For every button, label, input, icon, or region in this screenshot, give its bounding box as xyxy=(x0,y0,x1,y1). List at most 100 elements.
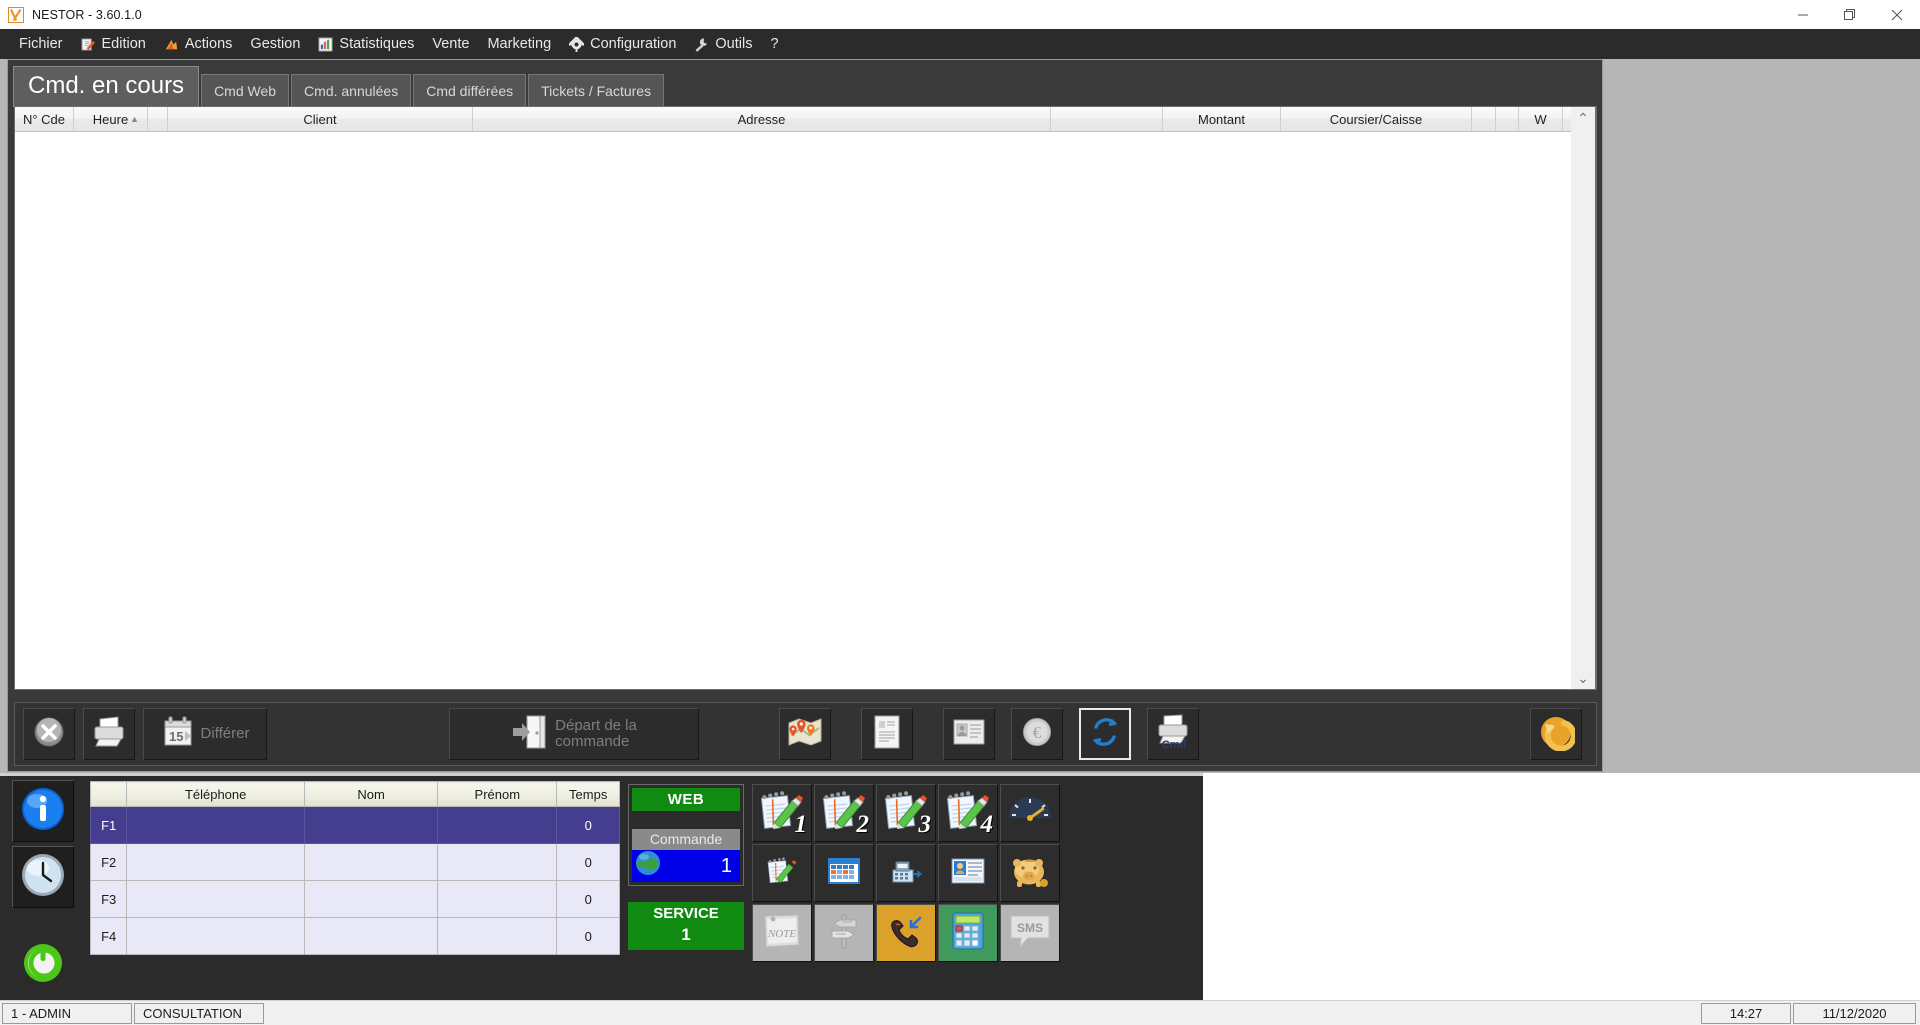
orders-toolbar: 15 Différer Départ de la commande € Cmd xyxy=(14,702,1597,766)
menu-label: ? xyxy=(770,36,779,52)
menu-item-edition[interactable]: Edition xyxy=(72,29,155,59)
caller-prenom[interactable] xyxy=(437,880,558,918)
info-circle-icon xyxy=(20,786,66,837)
payment-button[interactable]: € xyxy=(1011,708,1063,760)
menu-item-marketing[interactable]: Marketing xyxy=(478,29,560,59)
window-title: NESTOR - 3.60.1.0 xyxy=(32,7,142,22)
column-header-heure[interactable]: Heure ▲ xyxy=(74,107,148,131)
tab-cmd-differees[interactable]: Cmd différées xyxy=(413,74,527,107)
caller-prenom[interactable] xyxy=(437,917,558,955)
menu-item-gestion[interactable]: Gestion xyxy=(241,29,309,59)
map-button[interactable] xyxy=(779,708,831,760)
svg-text:SMS: SMS xyxy=(1017,921,1043,935)
restore-icon[interactable] xyxy=(1826,0,1873,29)
sidebar-item-power[interactable] xyxy=(12,934,74,996)
incoming-call-button[interactable] xyxy=(876,904,936,962)
gauge-button[interactable] xyxy=(1000,784,1060,842)
table-row[interactable]: F3 0 xyxy=(89,880,620,918)
caller-telephone[interactable] xyxy=(126,806,305,844)
customer-card-button[interactable] xyxy=(943,708,995,760)
table-row[interactable]: F2 0 xyxy=(89,843,620,881)
chevron-up-icon[interactable]: ⌃ xyxy=(1577,111,1589,125)
calculator-button[interactable] xyxy=(938,904,998,962)
wrench-icon xyxy=(694,37,709,52)
caller-telephone[interactable] xyxy=(126,917,305,955)
table-row[interactable]: F1 0 xyxy=(89,806,620,844)
menu-item-help[interactable]: ? xyxy=(761,29,787,59)
table-row[interactable]: F4 0 xyxy=(89,917,620,955)
orders-vertical-scrollbar[interactable]: ⌃ ⌄ xyxy=(1571,106,1596,690)
tab-cmd-annulees[interactable]: Cmd. annulées xyxy=(291,74,412,107)
column-header-blank-1[interactable] xyxy=(148,107,168,131)
orders-grid-body[interactable] xyxy=(15,132,1596,689)
tab-tickets-factures[interactable]: Tickets / Factures xyxy=(528,74,665,107)
window-controls xyxy=(1779,0,1920,29)
directions-button[interactable] xyxy=(814,904,874,962)
print-order-button[interactable]: Cmd xyxy=(1147,708,1199,760)
tab-label: Cmd. annulées xyxy=(304,83,399,99)
sidebar-item-clock[interactable] xyxy=(11,846,74,908)
cancel-x-icon xyxy=(32,715,66,753)
document-button[interactable] xyxy=(861,708,913,760)
new-order-3-button[interactable]: 3 xyxy=(876,784,936,842)
customer-file-button[interactable] xyxy=(938,844,998,902)
savings-button[interactable] xyxy=(1000,844,1060,902)
chevron-down-icon[interactable]: ⌄ xyxy=(1577,671,1589,685)
column-header-blank-4[interactable] xyxy=(1496,107,1519,131)
svg-text:NOTE: NOTE xyxy=(767,928,796,940)
caller-telephone[interactable] xyxy=(126,880,305,918)
service-box: SERVICE 1 xyxy=(628,902,744,950)
status-time: 14:27 xyxy=(1701,1002,1791,1024)
lower-panel: Téléphone Nom Prénom Temps F1 0 F2 0 F3 … xyxy=(0,773,1203,1025)
column-header-w[interactable]: W xyxy=(1519,107,1563,131)
undo-button[interactable] xyxy=(1530,708,1582,760)
menu-item-outils[interactable]: Outils xyxy=(685,29,761,59)
column-header-coursier-caisse[interactable]: Coursier/Caisse xyxy=(1281,107,1472,131)
menu-item-fichier[interactable]: Fichier xyxy=(10,29,72,59)
caller-prenom[interactable] xyxy=(437,806,558,844)
edit-note-button[interactable] xyxy=(752,844,812,902)
column-header-adresse[interactable]: Adresse xyxy=(473,107,1051,131)
menu-item-vente[interactable]: Vente xyxy=(423,29,478,59)
menu-item-actions[interactable]: Actions xyxy=(155,29,242,59)
new-order-4-button[interactable]: 4 xyxy=(938,784,998,842)
caller-telephone[interactable] xyxy=(126,843,305,881)
new-order-2-button[interactable]: 2 xyxy=(814,784,874,842)
print-button[interactable] xyxy=(83,708,135,760)
menu-item-configuration[interactable]: Configuration xyxy=(560,29,685,59)
menu-item-statistiques[interactable]: Statistiques xyxy=(309,29,423,59)
column-label: Client xyxy=(303,111,337,127)
new-order-1-button[interactable]: 1 xyxy=(752,784,812,842)
column-header-blank-3[interactable] xyxy=(1472,107,1496,131)
tab-cmd-web[interactable]: Cmd Web xyxy=(201,74,290,107)
cash-register-button[interactable] xyxy=(876,844,936,902)
web-service-panel: WEB Commande 1 SERVICE 1 xyxy=(628,776,744,1025)
caller-prenom[interactable] xyxy=(437,843,558,881)
caller-nom[interactable] xyxy=(303,843,439,881)
column-header-montant[interactable]: Montant xyxy=(1163,107,1281,131)
commande-label: Commande xyxy=(632,829,740,850)
order-departure-button[interactable]: Départ de la commande xyxy=(449,708,699,760)
column-header-no-cde[interactable]: N° Cde xyxy=(15,107,74,131)
caller-nom[interactable] xyxy=(303,806,439,844)
column-header-client[interactable]: Client xyxy=(168,107,473,131)
app-body: Cmd. en cours Cmd Web Cmd. annulées Cmd … xyxy=(0,59,1920,1025)
tab-cmd-en-cours[interactable]: Cmd. en cours xyxy=(13,66,200,107)
column-header-blank-2[interactable] xyxy=(1051,107,1163,131)
commande-counter[interactable]: 1 xyxy=(632,850,740,882)
note-button[interactable]: NOTE xyxy=(752,904,812,962)
close-icon[interactable] xyxy=(1873,0,1920,29)
sidebar-item-info[interactable] xyxy=(11,780,74,842)
cancel-button[interactable] xyxy=(23,708,75,760)
minimize-icon[interactable] xyxy=(1779,0,1826,29)
refresh-button[interactable] xyxy=(1079,708,1131,760)
caller-nom[interactable] xyxy=(303,880,439,918)
tab-label: Cmd Web xyxy=(214,83,277,99)
defer-button[interactable]: 15 Différer xyxy=(143,708,267,760)
caller-nom[interactable] xyxy=(303,917,439,955)
power-icon xyxy=(21,941,65,990)
web-box: WEB Commande 1 xyxy=(628,784,744,886)
edit-pencil-icon xyxy=(80,37,96,52)
planning-button[interactable] xyxy=(814,844,874,902)
sms-button[interactable]: SMS xyxy=(1000,904,1060,962)
